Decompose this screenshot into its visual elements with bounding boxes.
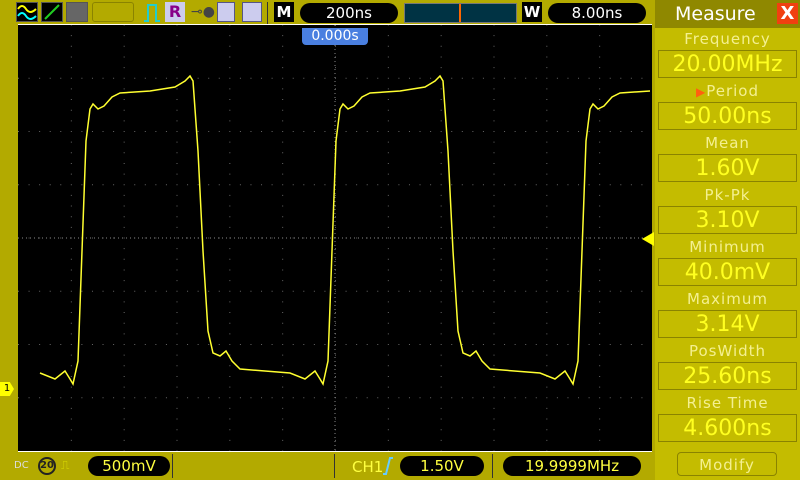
divider	[334, 454, 335, 478]
trigger-level-marker[interactable]	[642, 232, 654, 246]
graticule	[18, 24, 652, 452]
frequency-counter: 19.9999MHz	[503, 456, 641, 476]
trigger-source: CH1	[352, 458, 384, 476]
divider	[492, 454, 493, 478]
reference-icon[interactable]	[66, 2, 88, 22]
waveform-display[interactable]: 0.000s	[18, 24, 652, 452]
measure-value: 3.14V	[658, 310, 797, 338]
main-timebase-badge: M	[274, 2, 294, 22]
measure-value: 3.10V	[658, 206, 797, 234]
measure-value: 1.60V	[658, 154, 797, 182]
trigger-edge-icon	[142, 2, 162, 22]
status-bar: DC 20 ⎍ 500mV CH1 1.50V 19.9999MHz	[0, 452, 655, 480]
coupling-dc: DC	[14, 460, 29, 471]
close-button[interactable]: X	[777, 3, 798, 24]
measure-label[interactable]: Maximum	[655, 289, 800, 309]
delay-value[interactable]: 8.00ns	[548, 3, 646, 23]
timebase-value[interactable]: 200ns	[300, 3, 398, 23]
measure-label[interactable]: Frequency	[655, 29, 800, 49]
measure-label-text: Period	[706, 82, 759, 100]
view-position-marker	[459, 4, 461, 22]
ch1-ground-marker[interactable]: 1	[0, 382, 14, 396]
window-badge: W	[522, 2, 542, 22]
measure-label[interactable]: Minimum	[655, 237, 800, 257]
key-lock-icon: ⊸●	[191, 4, 215, 20]
save-icon[interactable]	[217, 2, 235, 22]
ch1-volts-div[interactable]: 500mV	[88, 456, 170, 476]
print-icon[interactable]	[242, 2, 262, 22]
measure-label-text: PosWidth	[688, 342, 767, 360]
measure-label[interactable]: ▶Period	[655, 81, 800, 101]
measure-value: 25.60ns	[658, 362, 797, 390]
measure-value: 40.0mV	[658, 258, 797, 286]
trigger-position-marker[interactable]: 0.000s	[302, 28, 368, 45]
measure-value: 4.600ns	[658, 414, 797, 442]
trigger-level[interactable]: 1.50V	[400, 456, 484, 476]
modify-button[interactable]: Modify	[677, 452, 777, 476]
top-toolbar: R ⊸● M 200ns W 8.00ns	[0, 0, 655, 26]
measure-label[interactable]: Mean	[655, 133, 800, 153]
divider	[172, 454, 173, 478]
ch1-trace	[39, 74, 651, 387]
measure-panel: Measure X Frequency 20.00MHz ▶Period 50.00n…	[655, 0, 800, 480]
measure-label-text: Pk-Pk	[704, 186, 751, 204]
measure-value: 50.00ns	[658, 102, 797, 130]
measure-label-text: Minimum	[689, 238, 766, 256]
measure-label-text: Mean	[705, 134, 750, 152]
selected-arrow-icon: ▶	[695, 85, 707, 99]
divider	[267, 2, 268, 26]
measure-label-text: Rise Time	[686, 394, 769, 412]
bandwidth-limit-icon: 20	[38, 457, 56, 475]
measure-label-text: Frequency	[684, 30, 771, 48]
measure-label[interactable]: Rise Time	[655, 393, 800, 413]
measure-label-text: Maximum	[687, 290, 768, 308]
measure-label[interactable]: PosWidth	[655, 341, 800, 361]
run-state-r: R	[165, 2, 185, 22]
rising-edge-icon	[382, 457, 394, 479]
measure-label[interactable]: Pk-Pk	[655, 185, 800, 205]
invert-icon: ⎍	[61, 458, 70, 472]
empty-slot	[92, 2, 134, 22]
memory-overview[interactable]	[404, 3, 517, 23]
math-icon[interactable]	[41, 2, 63, 22]
measure-value: 20.00MHz	[658, 50, 797, 78]
channel-waveform-icon[interactable]	[16, 2, 38, 22]
